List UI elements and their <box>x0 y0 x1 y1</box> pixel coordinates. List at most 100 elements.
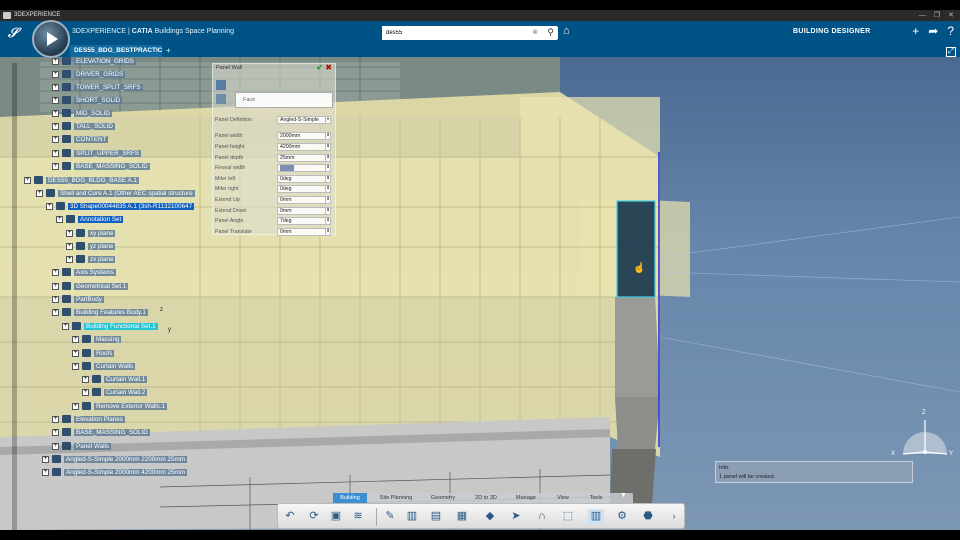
spinner-icon[interactable]: ⬍ <box>325 165 330 171</box>
opening-icon[interactable]: ∩ <box>534 509 550 524</box>
tree-item-label[interactable]: CONTENT <box>74 136 109 143</box>
spinner-icon[interactable]: ⬍ <box>325 197 330 203</box>
tree-item-label[interactable]: Curtain Wall.2 <box>104 389 148 396</box>
expand-icon[interactable]: + <box>52 109 59 117</box>
expand-icon[interactable]: + <box>52 268 59 276</box>
tree-item[interactable]: + CONTENT <box>52 135 109 145</box>
slab-icon[interactable]: ▤ <box>428 509 444 524</box>
tree-item[interactable]: + BASE_MASSING_SOLID <box>52 162 150 172</box>
clear-search-icon[interactable]: ⊗ <box>532 28 538 36</box>
action-tab[interactable]: 2D to 3D <box>468 493 504 503</box>
parameter-value-field[interactable]: 0mm ⬍ <box>277 207 331 215</box>
expand-icon[interactable]: + <box>52 442 59 450</box>
tree-item-label[interactable]: zx plane <box>88 256 116 263</box>
maximize-viewport-icon[interactable]: ⤢ <box>946 47 956 57</box>
dropdown-arrow-icon[interactable]: ▾ <box>325 117 330 123</box>
tree-item[interactable]: + SHORT_SOLID <box>52 96 123 106</box>
expand-icon[interactable]: + <box>36 189 43 197</box>
tree-item-label[interactable]: Curtain Wall.1 <box>104 376 148 383</box>
layers-icon[interactable]: ≋ <box>350 509 366 524</box>
tree-item[interactable]: + Angled-S-Simple 2000mm 4200mm 25mm <box>42 468 187 478</box>
tree-item[interactable]: + Annotation Set <box>56 215 124 225</box>
tree-item-label[interactable]: ELEVATION_GRIDS <box>74 58 136 65</box>
expand-icon[interactable]: + <box>52 308 59 316</box>
search-input[interactable] <box>382 26 522 40</box>
tree-item-label[interactable]: Shell and Core A.1 (Other AEC spatial st… <box>58 190 195 197</box>
tree-item[interactable]: + Curtain Walls <box>72 362 136 372</box>
tree-item[interactable]: + Curtain Wall.1 <box>82 375 148 385</box>
expand-icon[interactable]: + <box>52 428 59 436</box>
panel-definition-select[interactable]: Angled-S-Simple ▾ <box>277 116 331 124</box>
action-tab[interactable]: Building <box>333 493 367 503</box>
tree-item-label[interactable]: 3D Shape00044835 A.1 (3sh-R1132100647 <box>68 203 195 210</box>
tree-item-label[interactable]: MID_SOLID <box>74 110 112 117</box>
face-selector[interactable]: Face <box>235 92 333 108</box>
tree-item[interactable]: + Elevation Planes <box>52 415 125 425</box>
tree-item-label[interactable]: yz plane <box>88 243 116 250</box>
expand-icon[interactable]: + <box>52 282 59 290</box>
tree-item[interactable]: + Remove Exterior Walls.1 <box>72 402 168 412</box>
tree-item[interactable]: + Curtain Wall.2 <box>82 388 148 398</box>
tree-item-label[interactable]: SPLIT_UPPER_SRFS <box>74 150 141 157</box>
close-window-button[interactable]: ✕ <box>948 10 954 21</box>
expand-icon[interactable]: + <box>52 122 59 130</box>
parameter-value-field[interactable]: 7deg ⬍ <box>277 217 331 225</box>
spinner-icon[interactable]: ⬍ <box>325 208 330 214</box>
tree-item-label[interactable]: Roofs <box>94 350 115 357</box>
action-tab[interactable]: Geometry <box>423 493 463 503</box>
compass-play-button[interactable] <box>32 20 70 58</box>
new-tab-button[interactable]: + <box>166 45 171 57</box>
minimize-button[interactable]: — <box>919 10 926 21</box>
spinner-icon[interactable]: ⬍ <box>325 218 330 224</box>
expand-icon[interactable]: + <box>24 176 31 184</box>
wall-icon[interactable]: ▥ <box>404 509 420 524</box>
expand-icon[interactable]: + <box>52 162 59 170</box>
tree-item[interactable]: + DRIVER_GRIDS <box>52 70 126 80</box>
spinner-icon[interactable]: ⬍ <box>325 144 330 150</box>
expand-icon[interactable]: + <box>66 229 73 237</box>
collapse-toolbar-icon[interactable]: ▼ <box>620 492 627 499</box>
tree-item[interactable]: + BASE_MASSING_SOLID <box>52 428 150 438</box>
parameter-value-field[interactable]: 0deg ⬍ <box>277 185 331 193</box>
expand-icon[interactable]: + <box>72 362 79 370</box>
expand-icon[interactable]: + <box>52 415 59 423</box>
tree-item[interactable]: + Roofs <box>72 349 115 359</box>
tree-item[interactable]: + MID_SOLID <box>52 109 112 119</box>
tree-item[interactable]: + DES55_BDG_BLDG_BASE A.1 <box>24 176 139 186</box>
beam-icon[interactable]: ➤ <box>508 509 524 524</box>
expand-icon[interactable]: + <box>72 335 79 343</box>
tree-item[interactable]: + xy plane <box>66 229 116 239</box>
tree-item[interactable]: + ELEVATION_GRIDS <box>52 57 136 67</box>
add-icon[interactable]: + <box>912 24 919 38</box>
cancel-button[interactable]: ✖ <box>325 63 332 72</box>
expand-icon[interactable]: + <box>52 70 59 78</box>
parameter-value-field[interactable]: 25mm ⬍ <box>277 154 331 162</box>
spinner-icon[interactable]: ⬍ <box>325 229 330 235</box>
expand-icon[interactable]: + <box>42 455 49 463</box>
column-icon[interactable]: ◆ <box>482 509 498 524</box>
tree-item-label[interactable]: Remove Exterior Walls.1 <box>94 403 168 410</box>
tree-item-label[interactable]: Building Features Body.1 <box>74 309 148 316</box>
expand-icon[interactable]: + <box>52 83 59 91</box>
tree-item[interactable]: + TALL_SOLID <box>52 122 115 132</box>
tree-item-label[interactable]: Curtain Walls <box>94 363 136 370</box>
ok-button[interactable]: ✔ <box>316 63 323 72</box>
expand-icon[interactable]: + <box>52 149 59 157</box>
tree-item[interactable]: + PartBody <box>52 295 104 305</box>
tree-item-label[interactable]: Massing <box>94 336 122 343</box>
tree-item-label[interactable]: Axis Systems <box>74 269 116 276</box>
restore-button[interactable]: ❐ <box>934 10 940 21</box>
expand-icon[interactable]: + <box>52 57 59 65</box>
tree-item[interactable]: + zx plane <box>66 255 116 265</box>
tree-item-label[interactable]: DES55_BDG_BLDG_BASE A.1 <box>46 177 139 184</box>
expand-icon[interactable]: + <box>66 255 73 263</box>
undo-icon[interactable]: ↶ <box>282 509 298 524</box>
spinner-icon[interactable]: ⬍ <box>325 155 330 161</box>
tag-icon[interactable]: ⌂ <box>563 25 570 37</box>
tab-des55[interactable]: DES55_BDG_BESTPRACTIC <box>70 45 163 57</box>
select-mode-icon[interactable] <box>216 94 226 104</box>
tree-item-label[interactable]: Angled-S-Simple 2000mm 4200mm 25mm <box>64 469 187 476</box>
expand-icon[interactable]: + <box>56 215 63 223</box>
parameter-value-field[interactable]: 0mm ⬍ <box>277 196 331 204</box>
tree-item-label[interactable]: SHORT_SOLID <box>74 97 123 104</box>
